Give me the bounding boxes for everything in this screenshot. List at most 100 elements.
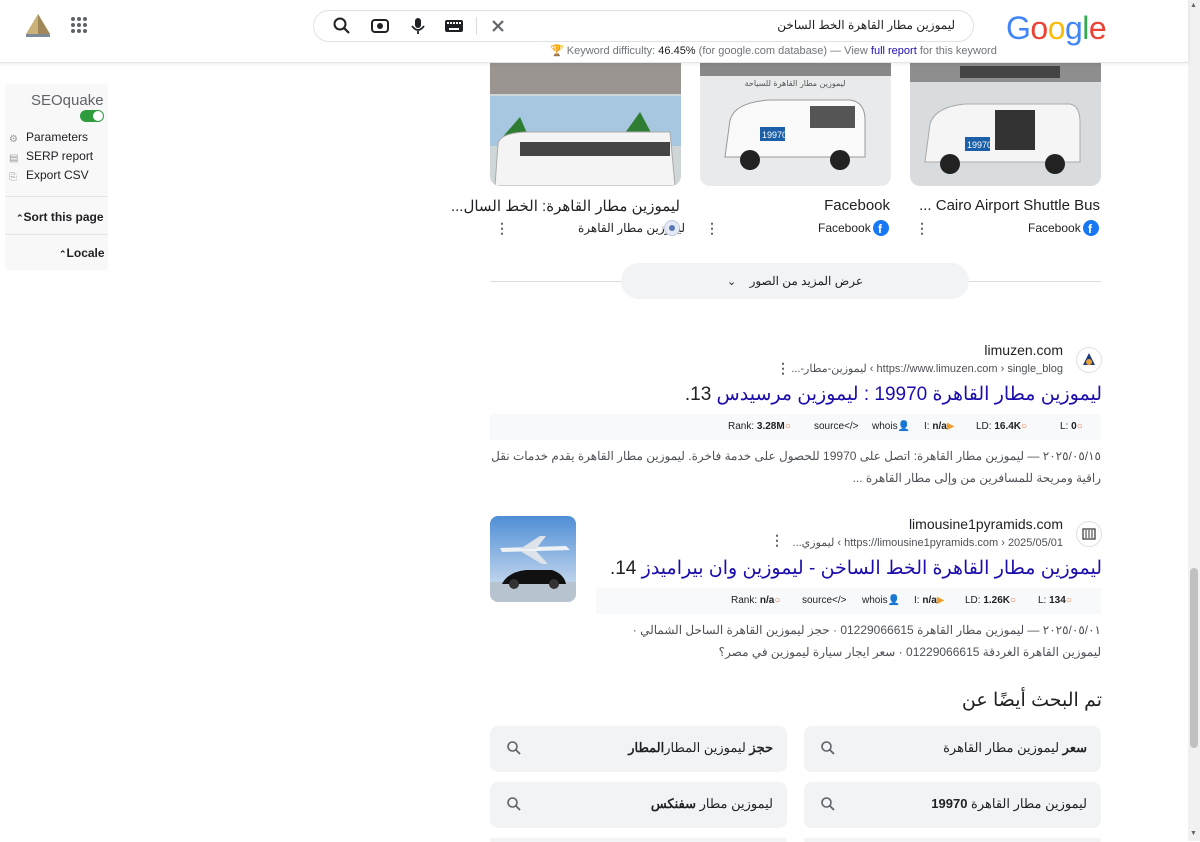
result-site-name[interactable]: limuzen.com [984,342,1063,358]
full-report-link[interactable]: full report [871,45,917,57]
result-url[interactable]: https://limousine1pyramids.com › 2025/05… [793,536,1063,549]
apps-grid-icon[interactable] [70,16,88,34]
related-search-item[interactable] [490,838,787,842]
related-search-item[interactable]: حجز ليموزين المطارالمطار [490,726,787,772]
code-icon: </> [844,421,859,432]
image-thumbnail-2[interactable]: ليموزين مطار القاهرة للسياحة 19970 [700,62,891,186]
google-logo-letter: l [1082,10,1089,46]
locale-link[interactable]: ⌃Locale [59,246,105,260]
related-search-item[interactable]: ليموزين مطار القاهرة 19970 [804,782,1101,828]
seoquake-small-icon: 🏆 [550,45,564,57]
search-query[interactable]: ليموزين مطار القاهرة الخط الساخن [777,18,955,32]
image-source-2: Facebook [818,221,871,235]
metric-whois[interactable]: whois👤 [872,421,910,432]
sort-page-link[interactable]: ⌃Sort this page [16,210,104,224]
more-options-icon[interactable]: ⋮ [776,360,790,377]
image-thumbnail-1[interactable]: 19970 [910,62,1101,186]
related-search-text: حجز ليموزين المطارالمطار [628,740,773,755]
result-title[interactable]: ليموزين مطار القاهرة الخط الساخن - ليموز… [610,557,1102,580]
clear-icon[interactable] [488,16,508,36]
image-sign-text: ليموزين مطار القاهرة للسياحة [745,79,846,88]
site-favicon [1076,347,1102,373]
keyboard-icon[interactable] [444,16,464,36]
result-site-name[interactable]: limousine1pyramids.com [909,516,1063,532]
metric-ld[interactable]: LD: 16.4K○ [976,421,1027,432]
more-options-icon[interactable]: ⋮ [915,220,929,237]
seoquake-title: SEOquake [31,92,104,109]
facebook-icon: f [1083,220,1099,236]
search-icon [821,741,835,755]
result-url[interactable]: https://www.limuzen.com › single_blog › … [791,362,1063,375]
search-icon [821,797,835,811]
seoquake-metrics-bar: Rank: n/a○ source</> whois👤 I: n/a▶ LD: … [596,588,1101,614]
report-icon: ▤ [9,153,19,164]
metric-index[interactable]: I: n/a▶ [924,421,955,432]
google-logo-letter: G [1006,10,1031,46]
scrollbar-thumb[interactable] [1190,568,1198,748]
site-favicon [664,220,680,236]
related-search-item[interactable]: سعر ليموزين مطار القاهرة [804,726,1101,772]
related-search-text: ليموزين مطار القاهرة 19970 [931,796,1087,811]
serp-report-item[interactable]: ▤ SERP report [9,149,93,164]
metric-ld[interactable]: LD: 1.26K○ [965,595,1016,606]
van-number-text: 19970 [762,130,787,140]
result-snippet: ٢٠٢٥/٠٥/١٥ — ليموزين مطار القاهرة: اتصل … [491,449,1101,485]
microphone-icon[interactable] [408,16,428,36]
image-title-1[interactable]: Cairo Airport Shuttle Bus ... [919,197,1100,214]
lens-camera-icon[interactable] [370,16,390,36]
related-search-text: سعر ليموزين مطار القاهرة [943,740,1087,755]
image-thumbnail-3[interactable] [490,62,681,186]
chevron-up-icon: ⌃ [59,249,67,259]
metric-l[interactable]: L: 134○ [1038,595,1072,606]
google-header: ليموزين مطار القاهرة الخط الساخن 🏆 Keywo… [0,0,1188,63]
parameters-item[interactable]: ⚙ Parameters [9,130,88,145]
more-options-icon[interactable]: ⋮ [495,220,509,237]
related-search-text: ليموزين مطار سفنكس [650,796,773,811]
scroll-down-arrow-icon[interactable]: ▼ [1190,830,1197,837]
result-snippet: ٢٠٢٥/٠٥/٠١ — ليموزين مطار القاهرة 012290… [632,623,1101,659]
gear-icon: ⚙ [9,134,18,145]
seoquake-pyramid-icon[interactable] [24,12,52,38]
export-csv-item[interactable]: ⎘ Export CSV [9,168,89,183]
metric-source[interactable]: source</> [802,595,846,606]
metric-rank[interactable]: Rank: 3.28M○ [728,421,791,432]
related-search-item[interactable] [804,838,1101,842]
more-options-icon[interactable]: ⋮ [705,220,719,237]
person-icon: 👤 [897,421,911,432]
code-icon: </> [832,595,847,606]
search-box[interactable]: ليموزين مطار القاهرة الخط الساخن [313,10,974,42]
related-search-item[interactable]: ليموزين مطار سفنكس [490,782,787,828]
metric-index[interactable]: I: n/a▶ [914,595,945,606]
scroll-up-arrow-icon[interactable]: ▲ [1190,2,1197,9]
google-logo[interactable]: Google [1006,10,1107,47]
metric-rank[interactable]: Rank: n/a○ [731,595,780,606]
chevron-up-icon: ⌃ [16,213,24,223]
related-searches-heading: تم البحث أيضًا عن [961,690,1102,711]
result-thumbnail[interactable] [490,516,576,602]
metric-l[interactable]: L: 0○ [1060,421,1083,432]
search-icon [507,797,521,811]
keyword-difficulty: 🏆 Keyword difficulty: 46.45% (for google… [550,45,997,57]
google-logo-letter: o [1030,10,1048,46]
search-icon[interactable] [332,16,352,36]
metric-source[interactable]: source</> [814,421,858,432]
result-title[interactable]: ليموزين مطار القاهرة 19970 : ليموزين مرس… [685,383,1102,406]
google-logo-letter: o [1047,10,1066,46]
facebook-icon: f [873,220,889,236]
person-icon: 👤 [887,595,901,606]
search-icon [507,741,521,755]
metric-whois[interactable]: whois👤 [862,595,900,606]
seoquake-toggle[interactable] [80,110,104,122]
seoquake-metrics-bar: Rank: 3.28M○ source</> whois👤 I: n/a▶ LD… [490,414,1101,440]
more-images-button[interactable]: عرض المزيد من الصور ⌄ [621,263,969,299]
google-logo-letter: g [1064,10,1083,46]
image-title-2[interactable]: Facebook [824,197,890,214]
seoquake-panel: SEOquake ⚙ Parameters ▤ SERP report ⎘ Expor… [5,84,108,270]
chevron-down-icon: ⌄ [727,276,737,288]
image-title-3[interactable]: ليموزين مطار القاهرة: الخط السال... [451,197,680,215]
image-source-1: Facebook [1028,221,1081,235]
more-options-icon[interactable]: ⋮ [770,532,784,549]
google-logo-letter: e [1088,10,1107,46]
van-number-text: 19970 [967,140,992,150]
export-icon: ⎘ [9,172,17,183]
